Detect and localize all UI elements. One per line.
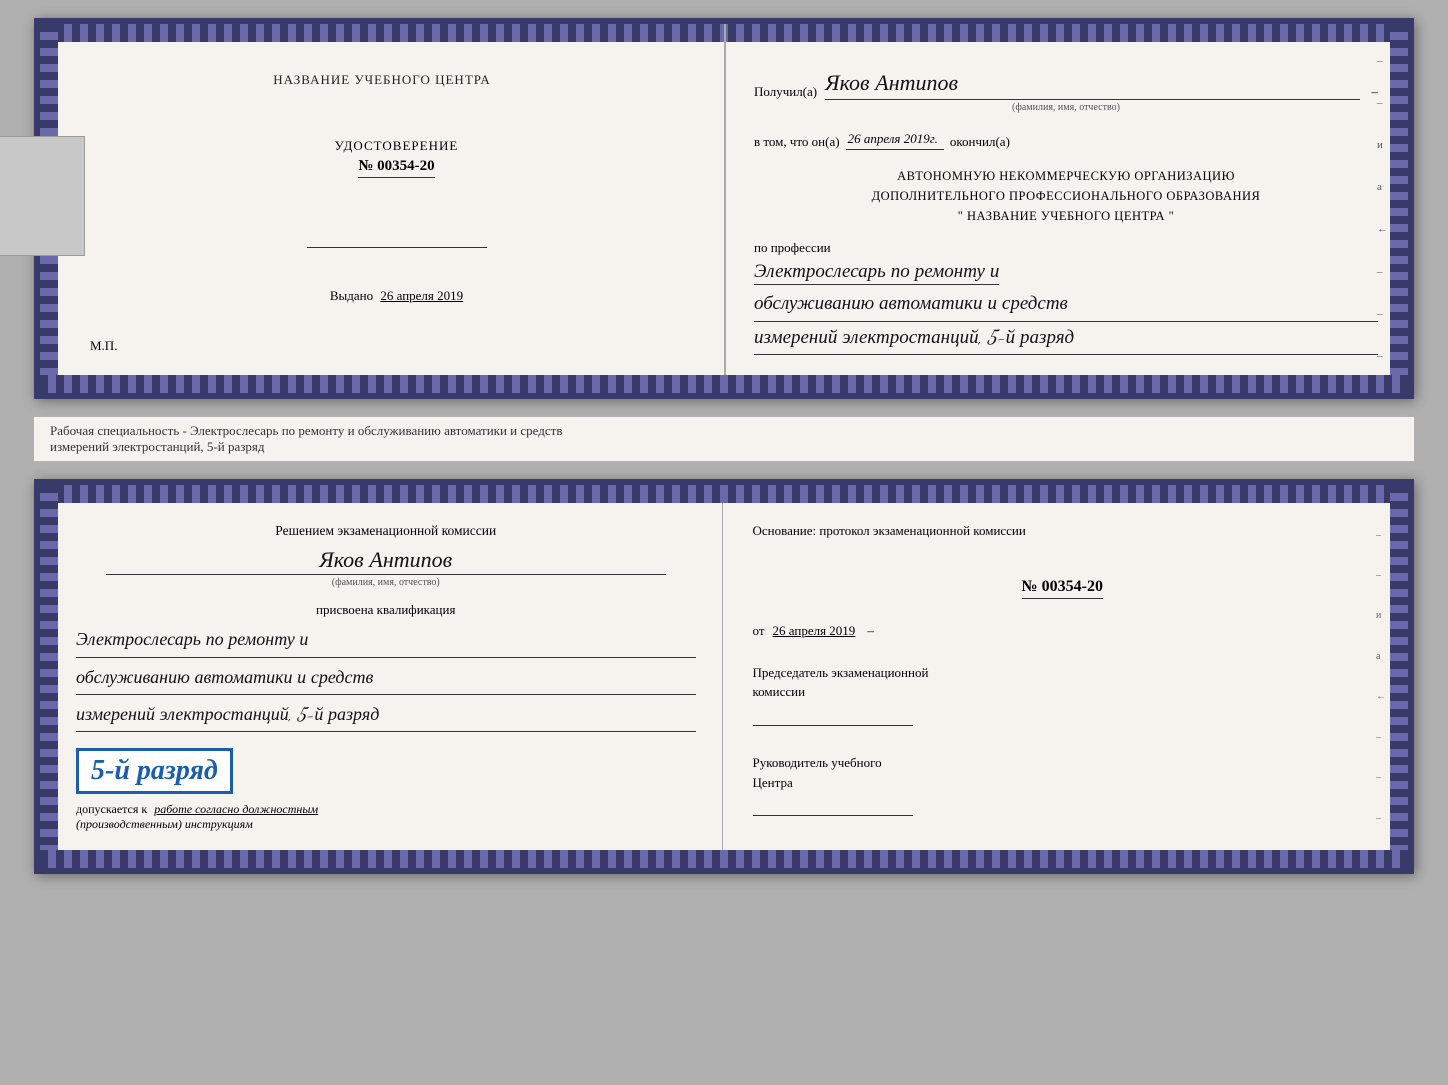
- from-label: от: [753, 623, 765, 638]
- recipient-name: Яков Антипов: [825, 70, 1359, 100]
- profession-line3: измерений электростанций, 5-й разряд: [754, 322, 1378, 355]
- cert-number: № 00354-20: [358, 158, 434, 178]
- info-text-line2: измерений электростанций, 5-й разряд: [50, 439, 1398, 455]
- top-document: НАЗВАНИЕ УЧЕБНОГО ЦЕНТРА УДОСТОВЕРЕНИЕ №…: [34, 18, 1414, 399]
- руководитель-label: Центра: [753, 773, 1373, 793]
- date-label: в том, что он(а): [754, 134, 840, 150]
- issued-date: 26 апреля 2019: [380, 288, 463, 303]
- info-text-line1: Рабочая специальность - Электрослесарь п…: [50, 423, 1398, 439]
- org-line1: АВТОНОМНУЮ НЕКОММЕРЧЕСКУЮ ОРГАНИЗАЦИЮ: [754, 166, 1378, 186]
- profession-label: по профессии: [754, 240, 1378, 256]
- bottom-doc-left: Решением экзаменационной комиссии Яков А…: [40, 485, 723, 868]
- top-doc-left: НАЗВАНИЕ УЧЕБНОГО ЦЕНТРА УДОСТОВЕРЕНИЕ №…: [40, 24, 726, 393]
- top-doc-right: Получил(а) Яков Антипов – (фамилия, имя,…: [726, 24, 1408, 393]
- mp-label: М.П.: [90, 338, 117, 353]
- руководитель-signature-line: [753, 800, 913, 816]
- cert-label: УДОСТОВЕРЕНИЕ: [335, 138, 459, 154]
- right-margin-indicators: – – и а ← – – –: [1377, 54, 1388, 363]
- recipient-line: Получил(а) Яков Антипов –: [754, 70, 1378, 100]
- date-value: 26 апреля 2019г.: [846, 131, 944, 150]
- osnov-title: Основание: протокол экзаменационной коми…: [753, 521, 1373, 542]
- fio-hint: (фамилия, имя, отчество): [754, 102, 1378, 113]
- org-name: " НАЗВАНИЕ УЧЕБНОГО ЦЕНТРА ": [754, 206, 1378, 226]
- issued-block: Выдано 26 апреля 2019: [330, 288, 463, 304]
- org-block: АВТОНОМНУЮ НЕКОММЕРЧЕСКУЮ ОРГАНИЗАЦИЮ ДО…: [754, 166, 1378, 226]
- rank-badge: 5-й разряд: [76, 748, 233, 794]
- recipient-label: Получил(а): [754, 84, 817, 100]
- bottom-right-margin: – – и а ← – – –: [1376, 515, 1386, 838]
- qual-label: присвоена квалификация: [76, 602, 696, 618]
- photo-placeholder: [0, 136, 85, 256]
- profession-line2: обслуживанию автоматики и средств: [754, 288, 1378, 321]
- rank-badge-text: 5-й разряд: [91, 755, 218, 786]
- profession-line1: Электрослесарь по ремонту и: [754, 261, 999, 285]
- date-line: в том, что он(а) 26 апреля 2019г. окончи…: [754, 131, 1378, 150]
- qual-line3: измерений электростанций, 5-й разряд: [76, 699, 696, 732]
- completed-label: окончил(а): [950, 134, 1010, 150]
- chairman-label: комиссии: [753, 682, 1373, 702]
- инструкции-text: (производственным) инструкциям: [76, 817, 696, 832]
- protocol-number: № 00354-20: [1022, 578, 1103, 599]
- bottom-fio-hint: (фамилия, имя, отчество): [106, 574, 666, 588]
- допускается-label: допускается к: [76, 802, 147, 816]
- bottom-document: Решением экзаменационной комиссии Яков А…: [34, 479, 1414, 874]
- decision-title: Решением экзаменационной комиссии: [76, 521, 696, 541]
- bottom-left-border: [40, 485, 58, 868]
- training-center-title: НАЗВАНИЕ УЧЕБНОГО ЦЕНТРА: [273, 72, 490, 88]
- from-date: 26 апреля 2019: [773, 623, 856, 641]
- bottom-doc-right: Основание: протокол экзаменационной коми…: [723, 485, 1409, 868]
- chairman-title: Председатель экзаменационной: [753, 663, 1373, 683]
- info-text-block: Рабочая специальность - Электрослесарь п…: [34, 417, 1414, 461]
- допускается-text-value: работе согласно должностным: [154, 802, 318, 816]
- qual-line1: Электрослесарь по ремонту и: [76, 624, 696, 657]
- photo-cert-row: УДОСТОВЕРЕНИЕ № 00354-20 Выдано 26 апрел…: [70, 108, 694, 304]
- допускается-block: допускается к работе согласно должностны…: [76, 802, 696, 817]
- chairman-signature-line: [753, 710, 913, 726]
- person-name: Яков Антипов: [76, 547, 696, 574]
- bottom-right-border: [1390, 485, 1408, 868]
- qual-line2: обслуживанию автоматики и средств: [76, 662, 696, 695]
- руководитель-title: Руководитель учебного: [753, 753, 1373, 773]
- руководитель-block: Руководитель учебного Центра: [753, 753, 1373, 822]
- chairman-block: Председатель экзаменационной комиссии: [753, 663, 1373, 732]
- issued-label: Выдано: [330, 288, 373, 303]
- org-line2: ДОПОЛНИТЕЛЬНОГО ПРОФЕССИОНАЛЬНОГО ОБРАЗО…: [754, 186, 1378, 206]
